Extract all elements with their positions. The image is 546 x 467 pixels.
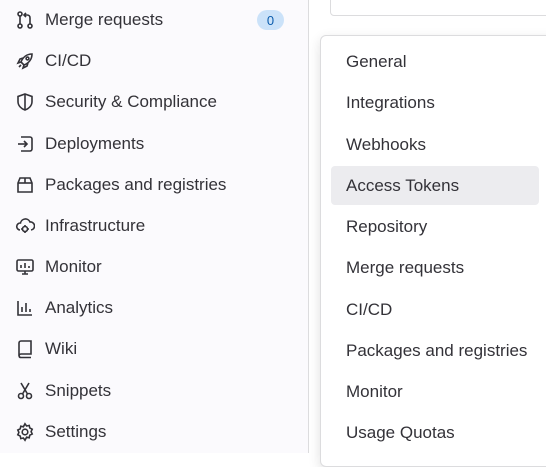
flyout-item-access-tokens[interactable]: Access Tokens: [331, 166, 539, 205]
rocket-icon: [14, 50, 36, 72]
cloud-gear-icon: [14, 215, 36, 237]
sidebar-item-merge-requests[interactable]: Merge requests 0: [0, 0, 308, 40]
flyout-item-packages-registries[interactable]: Packages and registries: [331, 331, 539, 370]
flyout-item-usage-quotas[interactable]: Usage Quotas: [331, 413, 539, 452]
merge-request-icon: [14, 9, 36, 31]
sidebar-item-wiki[interactable]: Wiki: [0, 329, 308, 369]
book-icon: [14, 338, 36, 360]
merge-requests-count-badge: 0: [257, 10, 284, 30]
sidebar-item-infrastructure[interactable]: Infrastructure: [0, 206, 308, 246]
gear-icon: [14, 421, 36, 443]
sidebar-item-security-compliance[interactable]: Security & Compliance: [0, 82, 308, 122]
sidebar-item-analytics[interactable]: Analytics: [0, 288, 308, 328]
sidebar-item-label: CI/CD: [45, 51, 92, 70]
flyout-item-monitor[interactable]: Monitor: [331, 372, 539, 411]
sidebar-item-packages-registries[interactable]: Packages and registries: [0, 165, 308, 205]
sidebar-item-monitor[interactable]: Monitor: [0, 247, 308, 287]
scissors-icon: [14, 380, 36, 402]
monitor-icon: [14, 256, 36, 278]
flyout-item-ci-cd[interactable]: CI/CD: [331, 290, 539, 329]
sidebar-item-label: Merge requests: [45, 10, 164, 29]
sidebar-item-label: Security & Compliance: [45, 92, 217, 111]
top-search-input[interactable]: [330, 0, 546, 16]
sidebar-item-settings[interactable]: Settings: [0, 412, 308, 452]
sidebar-item-label: Packages and registries: [45, 175, 227, 194]
flyout-item-webhooks[interactable]: Webhooks: [331, 125, 539, 164]
sidebar-item-label: Monitor: [45, 257, 102, 276]
analytics-icon: [14, 297, 36, 319]
sidebar-item-label: Snippets: [45, 381, 112, 400]
flyout-item-repository[interactable]: Repository: [331, 207, 539, 246]
sidebar-item-label: Wiki: [45, 339, 78, 358]
flyout-item-integrations[interactable]: Integrations: [331, 83, 539, 122]
deployments-icon: [14, 133, 36, 155]
sidebar: Merge requests 0 CI/CD Security & Compli…: [0, 0, 309, 453]
sidebar-item-label: Deployments: [45, 134, 145, 153]
sidebar-item-deployments[interactable]: Deployments: [0, 124, 308, 164]
sidebar-item-ci-cd[interactable]: CI/CD: [0, 41, 308, 81]
settings-flyout-menu: General Integrations Webhooks Access Tok…: [320, 35, 546, 467]
flyout-item-general[interactable]: General: [331, 42, 539, 81]
package-icon: [14, 174, 36, 196]
sidebar-item-label: Infrastructure: [45, 216, 146, 235]
sidebar-item-snippets[interactable]: Snippets: [0, 371, 308, 411]
sidebar-item-label: Analytics: [45, 298, 114, 317]
flyout-item-merge-requests[interactable]: Merge requests: [331, 248, 539, 287]
shield-icon: [14, 91, 36, 113]
sidebar-item-label: Settings: [45, 422, 107, 441]
